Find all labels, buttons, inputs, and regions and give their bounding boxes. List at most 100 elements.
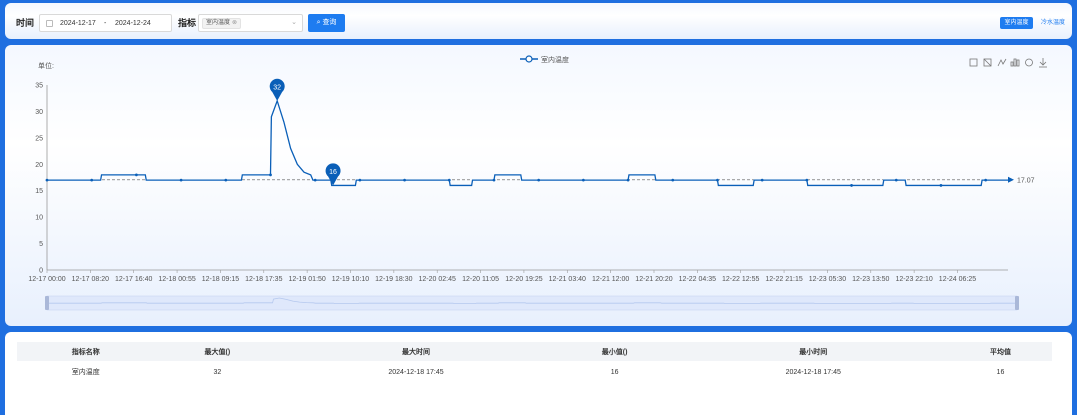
time-label: 时间 <box>16 18 35 28</box>
x-tick-label: 12-21 12:00 <box>592 276 629 283</box>
y-tick-label: 0 <box>39 268 43 275</box>
legend[interactable]: 室内温度 <box>520 55 569 64</box>
series-point <box>358 178 362 182</box>
y-tick-label: 30 <box>35 109 43 116</box>
query-button[interactable]: ⌕ 查询 <box>308 14 345 32</box>
cell-min-time: 2024-12-18 17:45 <box>785 368 841 376</box>
legend-marker <box>525 55 533 63</box>
average-label: 17.07 <box>1017 177 1035 184</box>
zoom-reset-icon[interactable] <box>983 58 992 67</box>
x-tick-label: 12-21 03:40 <box>549 276 586 283</box>
x-tick-label: 12-17 16:40 <box>115 276 152 283</box>
y-tick-label: 25 <box>35 135 43 142</box>
metric-select[interactable]: 室内温度 ⊗ ⌄ <box>198 14 303 32</box>
x-tick-label: 12-23 05:30 <box>809 276 846 283</box>
series-line <box>47 98 1008 187</box>
y-ticks: 0 5 10 15 20 25 30 35 <box>35 83 43 275</box>
y-tick-label: 35 <box>35 83 43 90</box>
bar-chart-icon[interactable] <box>1010 58 1020 67</box>
x-tick-label: 12-20 11:05 <box>462 276 499 283</box>
series-point <box>90 178 94 182</box>
series-point <box>805 178 809 182</box>
min-marker[interactable]: 16 <box>325 163 341 186</box>
series-point <box>716 178 719 182</box>
data-zoom-handle-right[interactable] <box>1015 296 1019 310</box>
x-tick-label: 12-19 10:10 <box>332 276 369 283</box>
chart-panel: 室内温度 单位: 0 5 10 15 20 25 30 35 12-17 00:00 12-17… <box>5 45 1072 326</box>
header-min-value: 最小值() <box>601 348 628 356</box>
series-point <box>492 178 496 182</box>
y-tick-label: 20 <box>35 162 43 169</box>
x-tick-label: 12-18 00:55 <box>158 276 195 283</box>
header-max-value: 最大值() <box>204 348 231 356</box>
x-tick-label: 12-22 12:55 <box>722 276 759 283</box>
date-separator: - <box>104 20 107 27</box>
max-marker[interactable]: 32 <box>269 78 285 101</box>
y-tick-label: 5 <box>39 241 43 248</box>
data-zoom-slider[interactable] <box>45 295 1019 311</box>
x-tick-label: 12-24 06:25 <box>939 276 976 283</box>
tab-cold-water-temperature[interactable]: 冷水温度 <box>1037 17 1069 29</box>
series-point <box>894 178 898 182</box>
header-min-time: 最小时间 <box>799 348 828 356</box>
series-point <box>269 173 272 177</box>
unit-label: 单位: <box>38 61 54 70</box>
download-icon[interactable] <box>1039 58 1047 68</box>
temperature-chart: 室内温度 单位: 05101520253035 12-17 00:00 12-17… <box>28 55 1047 311</box>
calendar-icon <box>46 20 53 27</box>
x-tick-label: 12-18 09:15 <box>202 276 239 283</box>
series-point <box>313 178 317 182</box>
series-point <box>760 178 764 182</box>
tab-indoor-temperature[interactable]: 室内温度 <box>1000 17 1033 29</box>
series-point <box>581 178 585 182</box>
x-tick-label: 12-23 13:50 <box>852 276 889 283</box>
summary-panel: 指标名称 最大值() 最大时间 最小值() 最小时间 平均值 室内温度 32 2… <box>5 332 1072 415</box>
summary-table: 指标名称 最大值() 最大时间 最小值() 最小时间 平均值 室内温度 32 2… <box>17 342 1052 383</box>
data-zoom-handle-left[interactable] <box>45 296 49 310</box>
series-point <box>537 178 541 182</box>
y-tick-label: 15 <box>35 188 43 195</box>
series-point <box>447 178 451 182</box>
legend-label: 室内温度 <box>541 55 569 64</box>
average-arrow <box>1008 176 1014 183</box>
tag-close-icon[interactable]: ⊗ <box>232 20 237 26</box>
x-ticks: 12-17 00:00 12-17 08:20 12-17 16:40 12-18 0… <box>28 270 976 283</box>
metric-tag: 室内温度 ⊗ <box>202 18 242 29</box>
toolbox <box>969 58 1047 68</box>
start-date-input[interactable]: 2024-12-17 <box>60 20 96 27</box>
query-button-label: 查询 <box>322 19 337 26</box>
cell-max-time: 2024-12-18 17:45 <box>388 368 444 376</box>
series-point <box>224 178 228 182</box>
min-marker-label: 16 <box>329 169 337 176</box>
zoom-icon[interactable] <box>969 58 978 67</box>
series-point <box>179 178 183 182</box>
table-row: 室内温度 32 2024-12-18 17:45 16 2024-12-18 1… <box>17 361 1052 383</box>
series-point <box>403 178 406 182</box>
restore-icon[interactable] <box>1025 58 1033 67</box>
header-average: 平均值 <box>989 348 1011 356</box>
metric-label: 指标 <box>178 18 197 28</box>
series-point <box>134 173 138 177</box>
date-range-picker[interactable]: 2024-12-17 - 2024-12-24 <box>39 14 172 32</box>
metric-tag-label: 室内温度 <box>206 20 231 26</box>
x-tick-label: 12-17 08:20 <box>72 276 109 283</box>
x-tick-label: 12-21 20:20 <box>635 276 672 283</box>
series-point <box>671 178 675 182</box>
x-tick-label: 12-20 19:25 <box>505 276 542 283</box>
cell-min-value: 16 <box>610 368 619 376</box>
filter-bar: 时间 2024-12-17 - 2024-12-24 指标 室内温度 ⊗ ⌄ ⌕ … <box>5 3 1072 39</box>
header-max-time: 最大时间 <box>402 348 431 356</box>
series-point <box>850 184 853 187</box>
line-chart-icon[interactable] <box>997 58 1007 67</box>
y-tick-label: 10 <box>35 215 43 222</box>
x-tick-label: 12-19 01:50 <box>288 276 325 283</box>
series-point <box>45 178 49 182</box>
x-tick-label: 12-19 18:30 <box>375 276 412 283</box>
x-tick-label: 12-23 22:10 <box>895 276 932 283</box>
series-point <box>626 178 630 182</box>
x-tick-label: 12-17 00:00 <box>28 276 65 283</box>
series-point <box>939 184 943 187</box>
end-date-input[interactable]: 2024-12-24 <box>115 20 151 27</box>
cell-max-value: 32 <box>213 368 222 376</box>
series-point <box>984 178 988 182</box>
